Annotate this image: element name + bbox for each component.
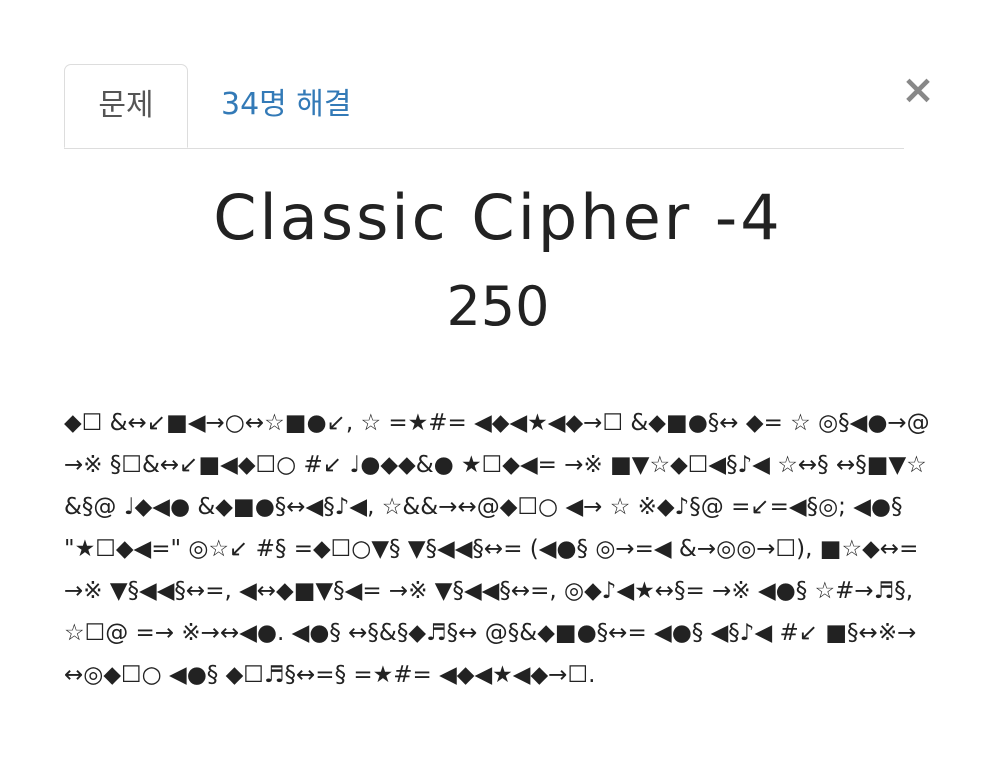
close-button[interactable]: × — [900, 70, 936, 110]
tab-challenge[interactable]: 문제 — [64, 64, 188, 148]
challenge-description: ◆☐ &↔↙■◀→○↔☆■●↙, ☆ =★#= ◀◆◀★◀◆→☐ &◆■●§↔ … — [64, 410, 930, 688]
challenge-modal: 문제 34명 해결 × Classic Cipher -4 250 ◆☐ &↔↙… — [0, 0, 996, 766]
challenge-tabs: 문제 34명 해결 — [64, 64, 904, 149]
tab-solves[interactable]: 34명 해결 — [221, 64, 352, 146]
challenge-value: 250 — [446, 275, 550, 338]
challenge-title: Classic Cipher -4 — [213, 181, 783, 254]
